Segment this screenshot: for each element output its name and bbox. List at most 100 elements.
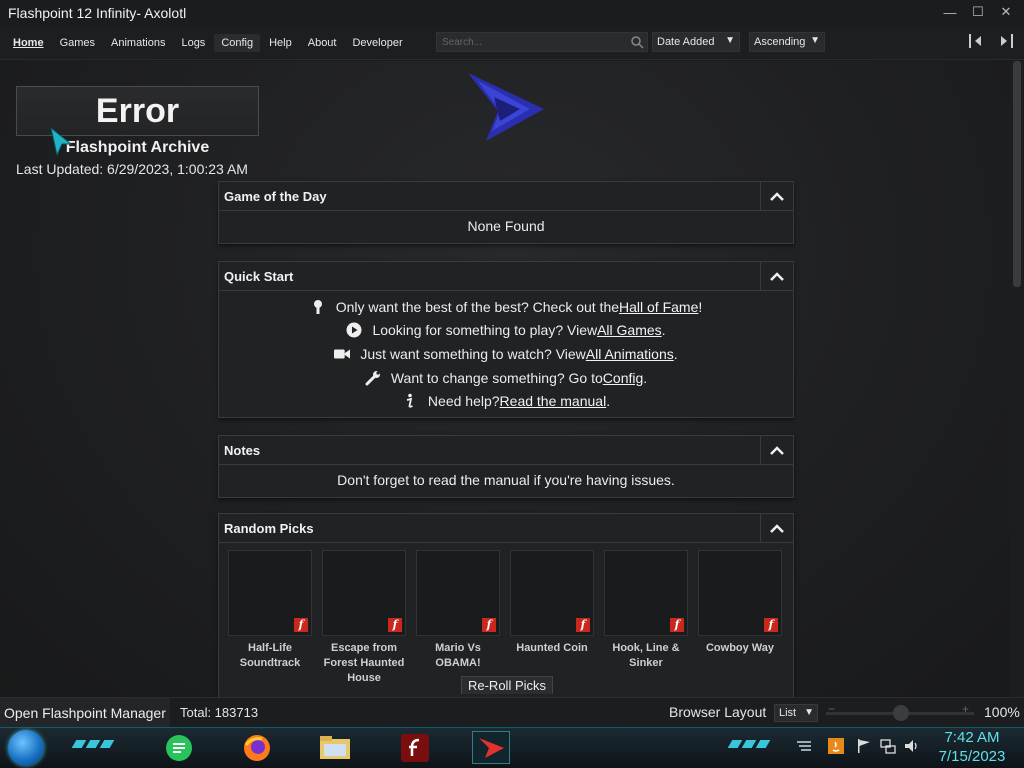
menu-config[interactable]: Config [214,33,261,52]
game-title: Cowboy Way [705,642,775,654]
start-button[interactable] [8,730,44,766]
game-card[interactable]: f Haunted Coin [510,550,594,686]
sort-field-dropdown[interactable]: Date Added ▼ [652,32,740,52]
taskbar-app-flash[interactable] [396,731,434,764]
taskbar: 7:42 AM 7/15/2023 [0,727,1024,768]
medal-icon [313,299,322,314]
search-input[interactable]: Search... [436,32,648,52]
chevron-up-icon [770,445,784,455]
vertical-scrollbar[interactable] [1010,61,1024,697]
java-tray-icon[interactable] [828,738,844,754]
flash-platform-icon: f [482,618,496,632]
chevron-up-icon [770,271,784,281]
reroll-picks-button[interactable]: Re-Roll Picks [461,676,553,694]
zoom-minus-icon: − [828,702,836,716]
menu-about[interactable]: About [301,34,344,52]
hall-of-fame-link[interactable]: Hall of Fame [619,299,698,315]
maximize-button[interactable]: ☐ [966,2,990,22]
info-icon [406,393,413,408]
taskbar-app-notes[interactable] [160,731,198,764]
notes-body: Don't forget to read the manual if you'r… [337,472,675,488]
collapse-button[interactable] [760,514,793,543]
zoom-slider-handle[interactable] [893,705,909,721]
menu-logs[interactable]: Logs [174,34,212,52]
game-title: Mario Vs OBAMA! [435,642,481,669]
taskbar-app-explorer[interactable] [316,731,354,764]
game-thumbnail: f [228,550,312,636]
search-placeholder: Search... [442,36,483,48]
taskbar-clock[interactable]: 7:42 AM 7/15/2023 [934,728,1010,766]
all-games-link[interactable]: All Games [597,322,662,338]
menu-games[interactable]: Games [53,34,102,52]
flash-player-icon [401,733,429,762]
menu-animations[interactable]: Animations [104,34,172,52]
flash-platform-icon: f [388,618,402,632]
chevron-down-icon: ▼ [804,707,814,718]
game-card[interactable]: f Half-Life Soundtrack [228,550,312,686]
quick-start-text: . [661,322,666,339]
panel-title: Notes [224,442,261,458]
game-card[interactable]: f Escape from Forest Haunted House [322,550,406,686]
all-animations-link[interactable]: All Animations [586,346,674,362]
browser-layout-value: List [779,707,797,719]
game-card[interactable]: f Hook, Line & Sinker [604,550,688,686]
toggle-left-sidebar-icon[interactable] [968,31,986,51]
flash-platform-icon: f [764,618,778,632]
taskbar-app-firefox[interactable] [238,731,276,764]
wrench-icon [365,370,380,386]
panel-title: Game of the Day [224,188,327,204]
game-card[interactable]: f Cowboy Way [698,550,782,686]
network-icon[interactable] [880,738,896,754]
play-circle-icon [346,322,362,338]
quick-start-text: Looking for something to play? View [372,322,598,339]
sort-order-dropdown[interactable]: Ascending ▼ [749,32,825,52]
menu-help[interactable]: Help [262,34,299,52]
toggle-right-sidebar-icon[interactable] [996,31,1014,51]
config-link[interactable]: Config [603,370,643,386]
close-button[interactable]: ✕ [994,2,1018,22]
open-flashpoint-manager-button[interactable]: Open Flashpoint Manager [0,698,170,728]
total-count: Total: 183713 [180,705,259,720]
zoom-plus-icon: + [962,702,970,716]
flash-platform-icon: f [294,618,308,632]
taskbar-decoration [71,740,115,748]
scrollbar-thumb[interactable] [1013,61,1021,287]
zoom-percent: 100% [984,704,1020,720]
collapse-button[interactable] [760,262,793,291]
quick-start-text: Only want the best of the best? Check ou… [335,298,620,315]
firefox-icon [244,734,270,761]
quick-start-text: ! [698,298,703,315]
read-manual-link[interactable]: Read the manual [500,393,607,409]
folder-icon [320,735,350,759]
browser-layout-label: Browser Layout [669,704,767,720]
browser-layout-dropdown[interactable]: List ▼ [774,704,818,722]
game-title: Hook, Line & Sinker [612,642,680,669]
game-title: Escape from Forest Haunted House [323,642,405,684]
menu-developer[interactable]: Developer [345,34,409,52]
logo-error-text: Error [95,91,180,130]
quick-start-text: Need help? [427,393,500,410]
window-title: Flashpoint 12 Infinity- Axolotl [8,5,187,21]
clock-date: 7/15/2023 [938,748,1006,765]
collapse-button[interactable] [760,436,793,465]
taskbar-app-flashpoint[interactable] [472,731,510,764]
flashpoint-logo-icon [468,73,544,141]
quick-start-text: . [643,369,648,386]
panel-title: Quick Start [224,268,294,284]
quick-start-row: Looking for something to play? View All … [219,319,793,343]
taskbar-menu-icon[interactable] [796,738,812,754]
flag-icon[interactable] [856,738,872,754]
sort-field-value: Date Added [657,36,715,48]
game-thumbnail: f [604,550,688,636]
sort-order-value: Ascending [754,36,806,48]
volume-icon[interactable] [904,738,920,754]
title-bar: Flashpoint 12 Infinity- Axolotl — ☐ ✕ [0,0,1024,26]
collapse-button[interactable] [760,182,793,211]
quick-start-row: Need help? Read the manual. [219,389,793,413]
quick-start-text: Want to change something? Go to [390,369,603,386]
game-card[interactable]: f Mario Vs OBAMA! [416,550,500,686]
flash-platform-icon: f [670,618,684,632]
last-updated-text: Last Updated: 6/29/2023, 1:00:23 AM [16,161,248,177]
minimize-button[interactable]: — [938,2,962,22]
menu-home[interactable]: Home [6,34,51,52]
